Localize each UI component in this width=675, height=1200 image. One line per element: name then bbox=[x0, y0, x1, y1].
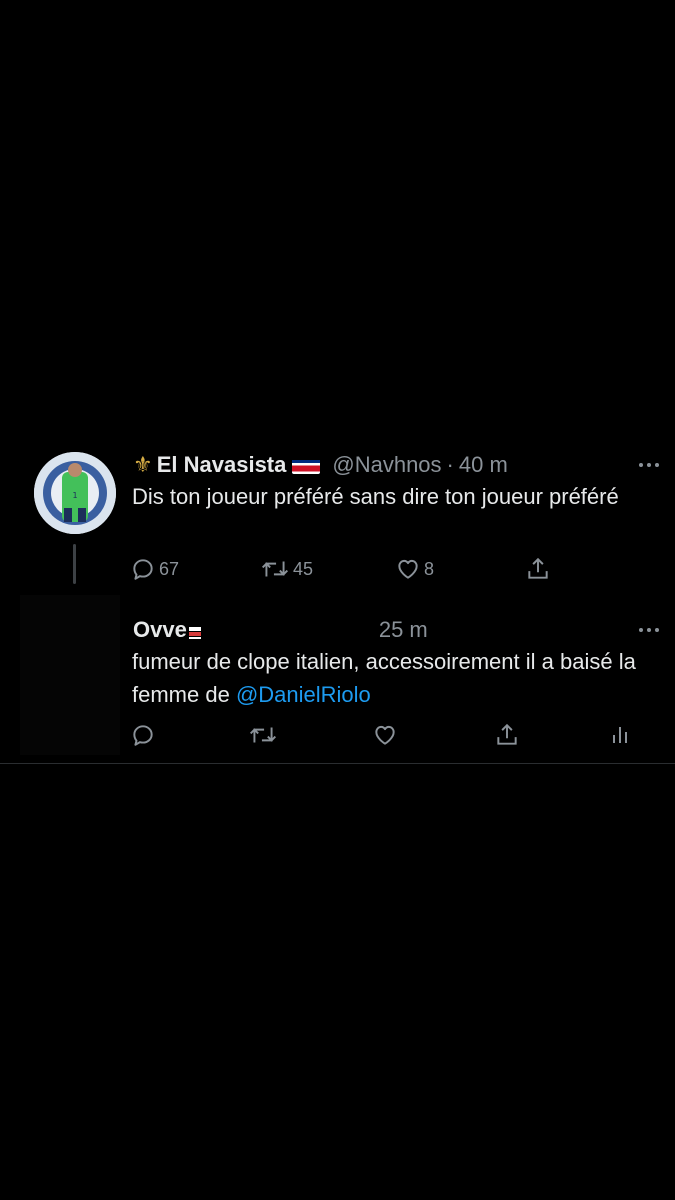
like-button[interactable] bbox=[372, 717, 398, 753]
fleur-de-lis-icon: ⚜ bbox=[133, 452, 153, 478]
costa-rica-flag-icon bbox=[292, 457, 321, 474]
retweet-icon bbox=[261, 561, 289, 577]
share-button[interactable] bbox=[525, 551, 551, 587]
display-name[interactable]: Ovve bbox=[133, 617, 187, 643]
reply-actions bbox=[130, 717, 655, 753]
reply-button[interactable]: 67 bbox=[130, 551, 179, 587]
tweet-actions: 67 45 8 bbox=[130, 551, 655, 587]
retweet-button[interactable] bbox=[248, 717, 278, 753]
tweet-original[interactable]: 1 ⚜ El Navasista @Navhnos · 40 m Dis ton… bbox=[0, 440, 675, 600]
more-options-icon[interactable] bbox=[633, 450, 665, 480]
share-icon bbox=[528, 557, 548, 579]
tweet-header: ⚜ El Navasista @Navhnos · 40 m bbox=[133, 450, 655, 480]
reply-icon bbox=[133, 725, 153, 746]
reply-count: 67 bbox=[159, 558, 180, 579]
timestamp[interactable]: 25 m bbox=[379, 617, 428, 643]
reply-button[interactable] bbox=[130, 717, 156, 753]
avatar[interactable]: 1 bbox=[34, 452, 116, 534]
like-button[interactable]: 8 bbox=[395, 551, 434, 587]
retweet-icon bbox=[249, 727, 277, 743]
reply-text-content: fumeur de clope italien, accessoirement … bbox=[132, 649, 636, 707]
mention-link[interactable]: @DanielRiolo bbox=[236, 682, 371, 707]
display-name[interactable]: El Navasista bbox=[157, 452, 287, 478]
analytics-button[interactable] bbox=[608, 717, 632, 753]
divider bbox=[0, 763, 675, 764]
heart-icon bbox=[375, 725, 395, 745]
tweet-reply[interactable]: Ovve 25 m fumeur de clope italien, acces… bbox=[0, 595, 675, 763]
retweet-count: 45 bbox=[293, 558, 314, 579]
avatar-image: 1 bbox=[34, 452, 116, 534]
share-button[interactable] bbox=[494, 717, 520, 753]
like-count: 8 bbox=[424, 558, 435, 579]
reply-text: fumeur de clope italien, accessoirement … bbox=[132, 645, 652, 711]
thread-line bbox=[73, 544, 76, 584]
svg-text:1: 1 bbox=[72, 491, 77, 500]
more-options-icon[interactable] bbox=[633, 615, 665, 645]
redacted-avatar bbox=[20, 595, 120, 755]
reply-icon bbox=[133, 559, 153, 580]
handle[interactable]: @Navhnos bbox=[332, 452, 441, 478]
analytics-icon bbox=[613, 727, 627, 743]
share-icon bbox=[497, 723, 517, 745]
heart-icon bbox=[398, 559, 418, 579]
tweet-text: Dis ton joueur préféré sans dire ton jou… bbox=[132, 484, 619, 509]
retweet-button[interactable]: 45 bbox=[260, 551, 313, 587]
reply-header: Ovve 25 m bbox=[133, 615, 655, 645]
separator: · bbox=[446, 452, 454, 477]
timestamp[interactable]: 40 m bbox=[459, 452, 508, 478]
flag-icon bbox=[188, 622, 201, 639]
